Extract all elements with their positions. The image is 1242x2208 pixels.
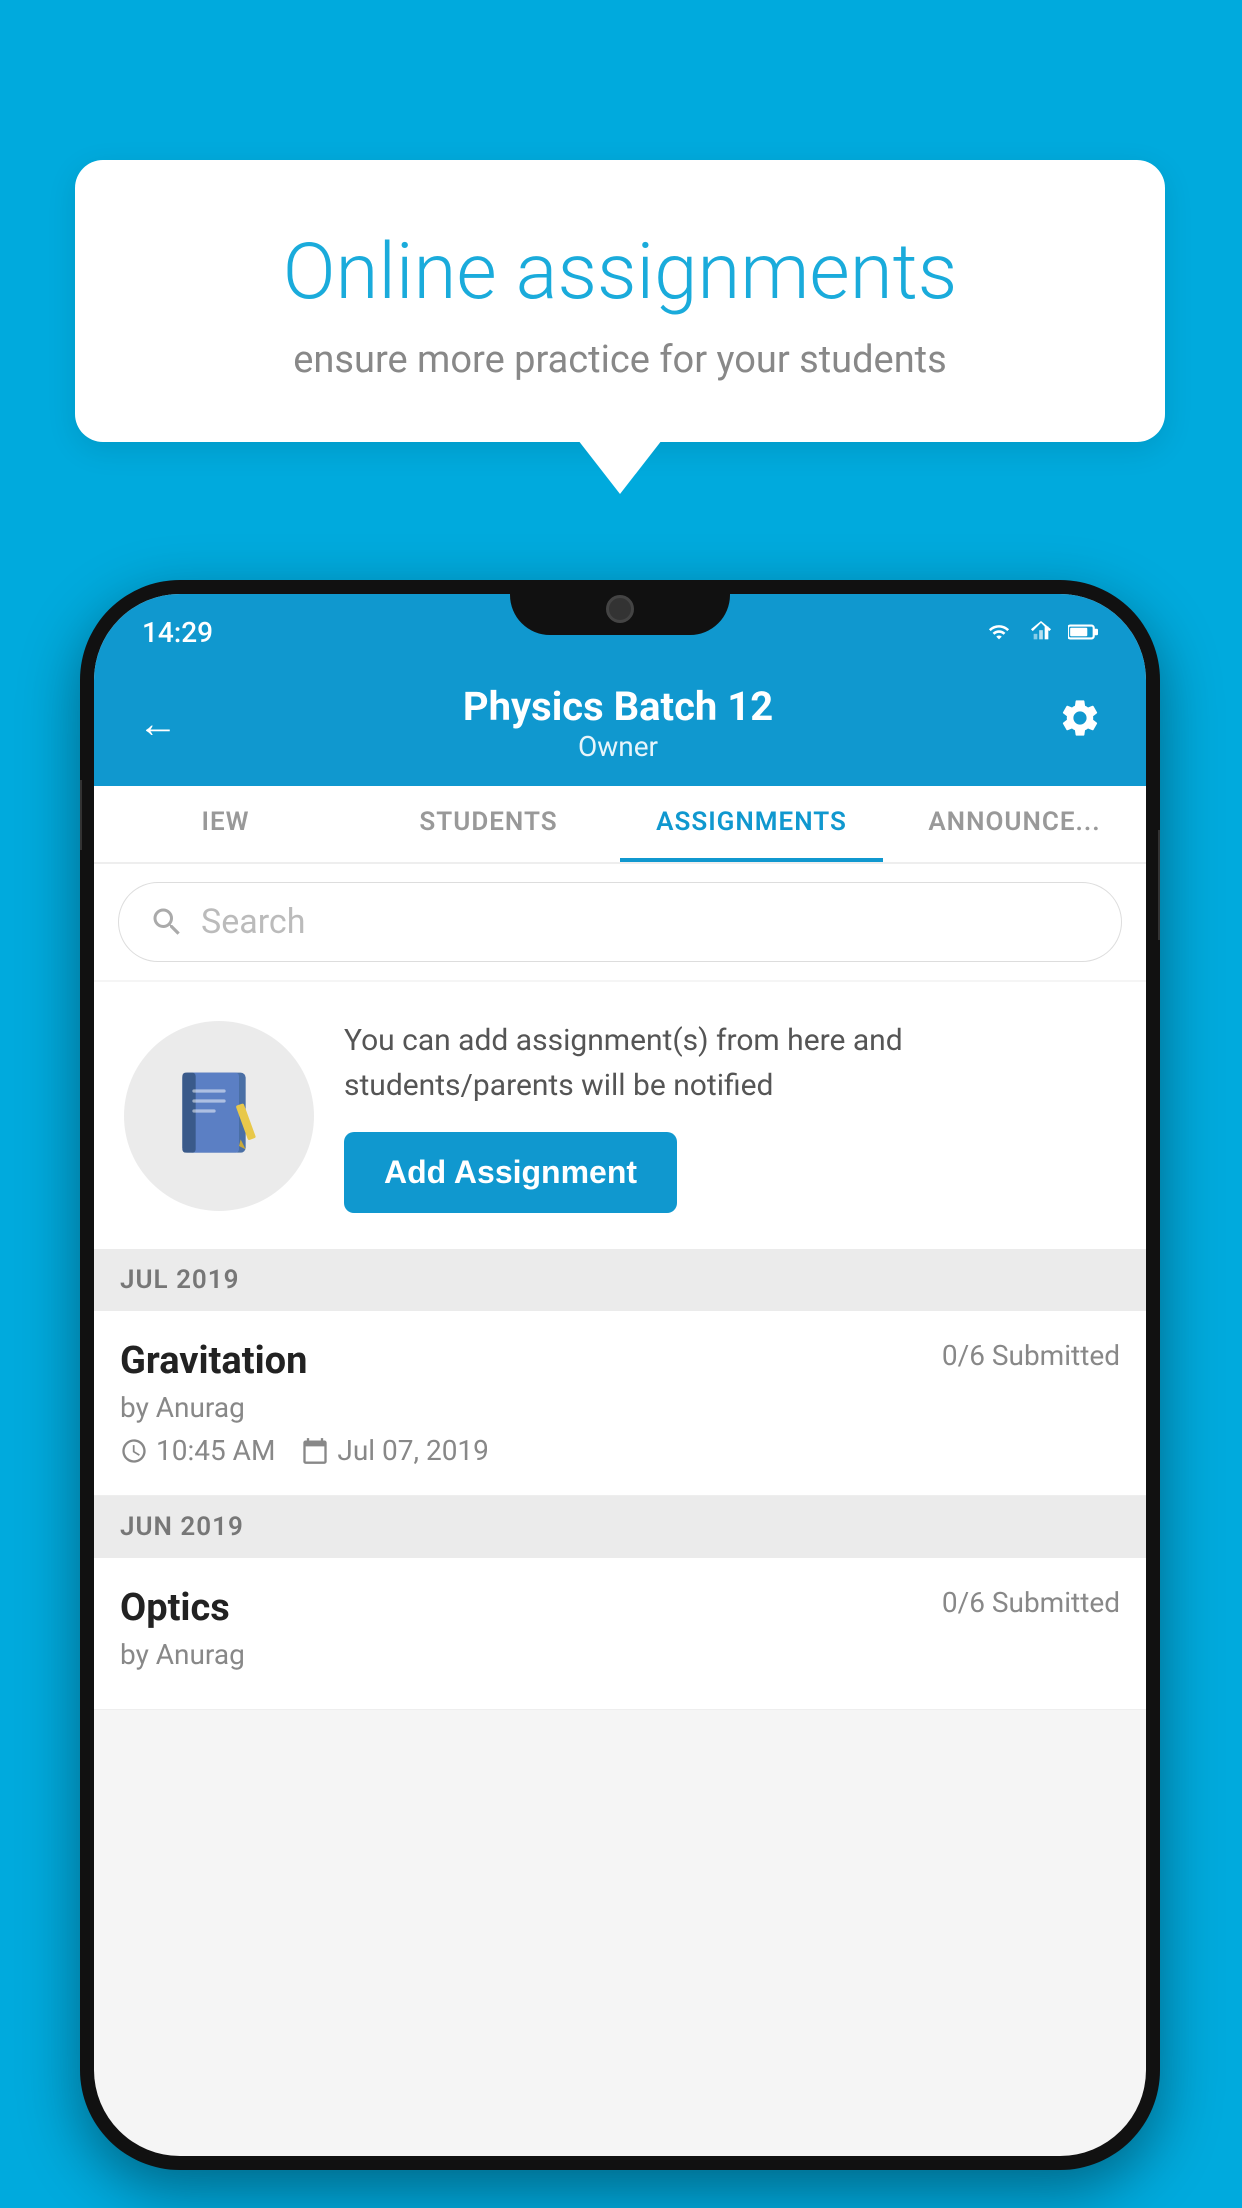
assignment-row1: Gravitation 0/6 Submitted (120, 1339, 1120, 1383)
camera (606, 595, 634, 623)
tab-iew[interactable]: IEW (94, 786, 357, 862)
search-icon (149, 904, 185, 940)
search-bar[interactable]: Search (118, 882, 1122, 962)
header-subtitle: Owner (463, 730, 773, 763)
clock-icon (120, 1437, 148, 1465)
promo-text: You can add assignment(s) from here and … (344, 1018, 1116, 1108)
calendar-icon (301, 1437, 329, 1465)
status-icons (984, 621, 1098, 643)
section-header-jun: JUN 2019 (94, 1496, 1146, 1558)
tab-assignments[interactable]: ASSIGNMENTS (620, 786, 883, 862)
gear-icon (1058, 696, 1102, 740)
status-time: 14:29 (142, 616, 213, 649)
header-center: Physics Batch 12 Owner (463, 683, 773, 763)
notebook-icon (169, 1066, 269, 1166)
tabs-bar: IEW STUDENTS ASSIGNMENTS ANNOUNCE... (94, 786, 1146, 864)
assignment-name: Gravitation (120, 1339, 307, 1383)
phone-button-power (1158, 830, 1160, 940)
phone-button-volume (80, 780, 82, 850)
assignment-item-optics[interactable]: Optics 0/6 Submitted by Anurag (94, 1558, 1146, 1710)
assignment-time: 10:45 AM (156, 1434, 275, 1467)
wifi-icon (984, 621, 1014, 643)
search-placeholder: Search (201, 902, 305, 942)
assignment-item-gravitation[interactable]: Gravitation 0/6 Submitted by Anurag 10:4… (94, 1311, 1146, 1496)
app-header: ← Physics Batch 12 Owner (94, 660, 1146, 786)
header-title: Physics Batch 12 (463, 683, 773, 730)
promo-icon-circle (124, 1021, 314, 1211)
phone-screen: 14:29 ← (94, 594, 1146, 2156)
promo-section: You can add assignment(s) from here and … (94, 982, 1146, 1249)
bubble-title: Online assignments (135, 230, 1105, 316)
notch (510, 580, 730, 635)
battery-icon (1068, 621, 1098, 643)
assignment-row1-optics: Optics 0/6 Submitted (120, 1586, 1120, 1630)
settings-button[interactable] (1058, 696, 1102, 750)
assignment-submitted-optics: 0/6 Submitted (942, 1586, 1120, 1619)
phone-frame: 14:29 ← (80, 580, 1160, 2170)
meta-date: Jul 07, 2019 (301, 1434, 489, 1467)
speech-bubble-container: Online assignments ensure more practice … (75, 160, 1165, 442)
bubble-subtitle: ensure more practice for your students (135, 338, 1105, 382)
meta-time: 10:45 AM (120, 1434, 275, 1467)
search-container: Search (94, 864, 1146, 980)
tab-announcements[interactable]: ANNOUNCE... (883, 786, 1146, 862)
assignment-author: by Anurag (120, 1391, 1120, 1424)
assignment-date: Jul 07, 2019 (337, 1434, 489, 1467)
assignment-meta: 10:45 AM Jul 07, 2019 (120, 1434, 1120, 1467)
add-assignment-button[interactable]: Add Assignment (344, 1132, 677, 1213)
section-header-jul: JUL 2019 (94, 1249, 1146, 1311)
speech-bubble: Online assignments ensure more practice … (75, 160, 1165, 442)
back-button[interactable]: ← (138, 700, 178, 747)
assignment-author-optics: by Anurag (120, 1638, 1120, 1671)
signal-icon (1026, 621, 1056, 643)
tab-students[interactable]: STUDENTS (357, 786, 620, 862)
assignment-name-optics: Optics (120, 1586, 230, 1630)
promo-content: You can add assignment(s) from here and … (344, 1018, 1116, 1213)
assignment-submitted: 0/6 Submitted (942, 1339, 1120, 1372)
